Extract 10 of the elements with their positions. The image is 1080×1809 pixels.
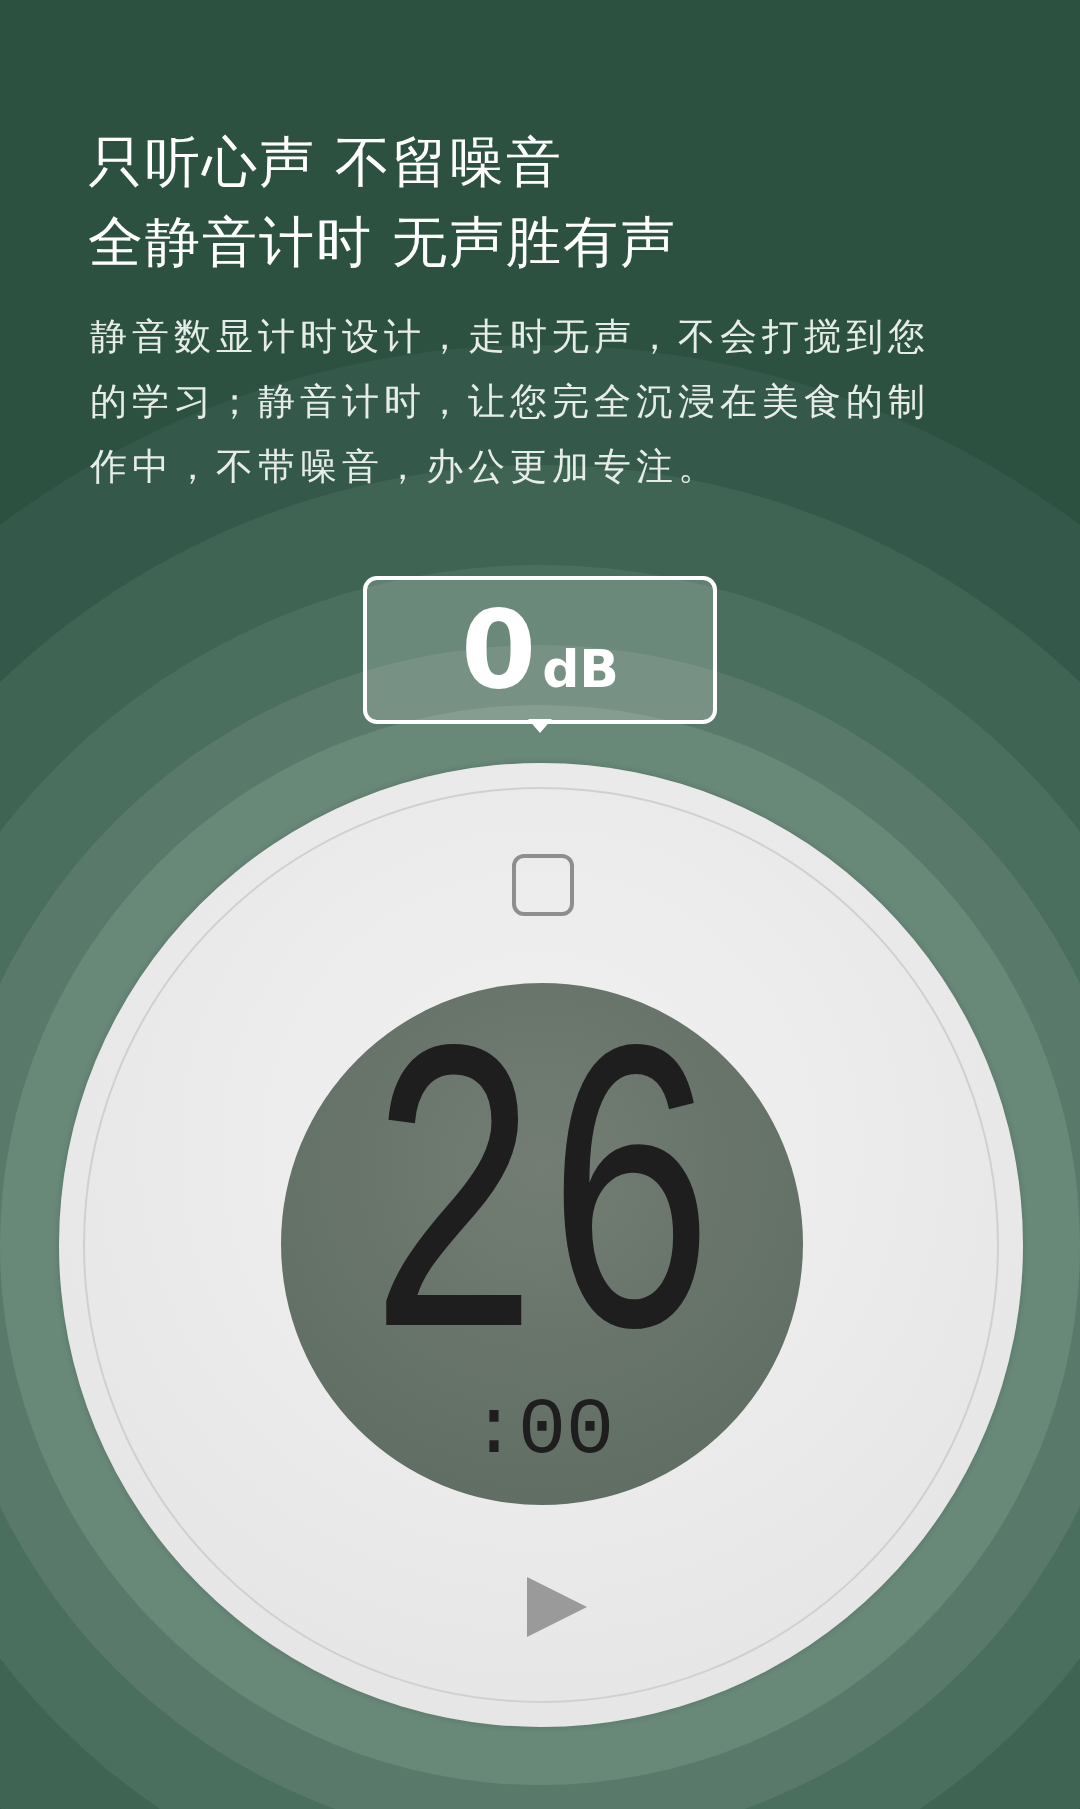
decibel-value: 0 bbox=[461, 586, 537, 714]
badge-pointer-icon bbox=[528, 719, 552, 735]
minutes-readout: 26 bbox=[365, 1043, 719, 1383]
headline: 全静音计时 无声胜有声 bbox=[88, 209, 679, 276]
seconds-readout: :00 bbox=[470, 1391, 614, 1471]
description: 静音数显计时设计，走时无声，不会打搅到您的学习；静音计时，让您完全沉浸在美食的制作中，不带噪音，办公更加专注。 bbox=[90, 314, 931, 490]
headline: 只听心声 不留噪音 bbox=[88, 129, 565, 196]
decibel-unit: dB bbox=[542, 639, 619, 699]
play-icon[interactable] bbox=[527, 1577, 587, 1637]
square-button-icon[interactable] bbox=[512, 854, 574, 916]
